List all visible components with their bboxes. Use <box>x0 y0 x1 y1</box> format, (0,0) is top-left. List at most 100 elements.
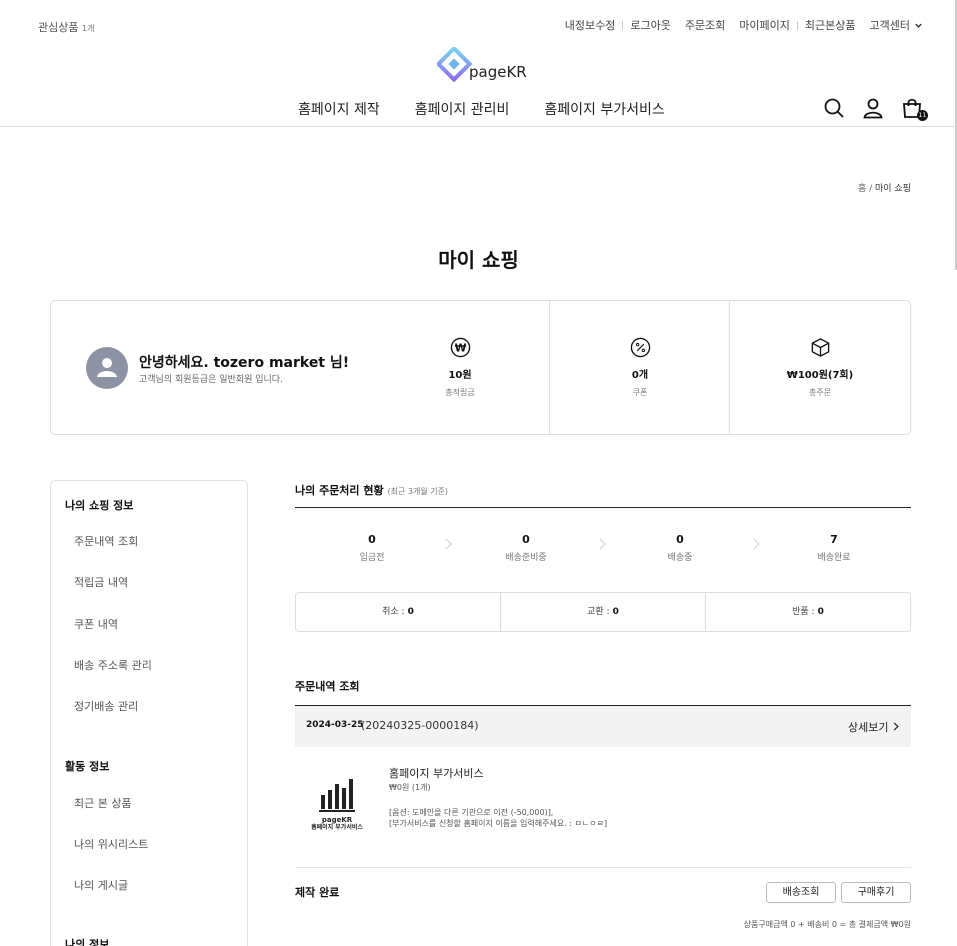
order-history-title: 주문내역 조회 <box>295 680 360 693</box>
won-icon: ₩ <box>450 337 471 358</box>
sidebar-item-subscription[interactable]: 정기배송 관리 <box>74 698 138 714</box>
step-shipping[interactable]: 0 배송중 <box>603 533 757 563</box>
gnb-homepage-build[interactable]: 홈페이지 제작 <box>298 99 380 119</box>
sidebar-item-posts[interactable]: 나의 게시글 <box>74 877 128 893</box>
section-divider <box>295 507 911 508</box>
step-count: 0 <box>368 533 376 546</box>
step-label: 배송중 <box>667 553 693 563</box>
order-status-title: 나의 주문처리 현황 (최근 3개월 기준) <box>295 482 448 498</box>
claim-value: 0 <box>612 607 619 617</box>
main-nav: 홈페이지 제작 홈페이지 관리비 홈페이지 부가서비스 <box>298 99 665 119</box>
claim-value: 0 <box>407 607 414 617</box>
sidebar: 나의 쇼핑 정보 주문내역 조회 적립금 내역 쿠폰 내역 배송 주소록 관리 … <box>50 480 248 946</box>
orders-label: 총주문 <box>808 388 832 397</box>
order-status-subtitle: (최근 3개월 기준) <box>387 487 449 496</box>
nav-mypage[interactable]: 마이페이지 <box>739 17 790 33</box>
sidebar-heading-shopping: 나의 쇼핑 정보 <box>65 499 134 512</box>
step-delivered[interactable]: 7 배송완료 <box>757 533 911 563</box>
step-count: 0 <box>676 533 684 546</box>
member-grade-text: 고객님의 회원등급은 일반회원 입니다. <box>139 375 283 385</box>
claim-cancel[interactable]: 취소 :0 <box>296 593 500 631</box>
divider <box>796 20 798 30</box>
order-status-text: 제작 완료 <box>295 886 340 899</box>
chevron-down-icon[interactable] <box>914 21 923 30</box>
orders-value: ₩100원(7회) <box>786 370 854 381</box>
cart-icon[interactable]: 11 <box>901 97 928 121</box>
order-number: (20240325-0000184) <box>361 719 479 732</box>
write-review-button[interactable]: 구매후기 <box>841 882 911 903</box>
claim-label: 취소 : <box>382 607 405 617</box>
order-totals: 상품구매금액 0 + 배송비 0 = 총 결제금액 ₩0원 <box>743 920 911 929</box>
sidebar-item-wishlist[interactable]: 나의 위시리스트 <box>74 836 148 852</box>
step-label: 배송준비중 <box>505 553 547 563</box>
track-shipping-button[interactable]: 배송조회 <box>766 882 836 903</box>
breadcrumb-sep: / <box>869 184 873 194</box>
gnb-homepage-maintenance[interactable]: 홈페이지 관리비 <box>415 99 510 119</box>
claim-value: 0 <box>817 607 824 617</box>
nav-recent-products[interactable]: 최근본상품 <box>805 17 856 33</box>
sidebar-item-address-book[interactable]: 배송 주소록 관리 <box>74 657 152 673</box>
cart-count-badge: 11 <box>917 110 928 121</box>
sidebar-item-recent[interactable]: 최근 본 상품 <box>74 795 132 811</box>
sidebar-item-points[interactable]: 적립금 내역 <box>74 574 128 590</box>
step-preparing[interactable]: 0 배송준비중 <box>449 533 603 563</box>
nav-edit-profile[interactable]: 내정보수정 <box>565 17 616 33</box>
chevron-right-icon <box>893 722 899 731</box>
bar-chart-icon <box>319 779 355 812</box>
claim-label: 반품 : <box>792 607 815 617</box>
divider <box>295 867 911 868</box>
wishlist-label: 관심상품 <box>38 21 79 34</box>
coupons-value: 0개 <box>631 370 649 381</box>
claim-return[interactable]: 반품 :0 <box>705 593 910 631</box>
step-count: 7 <box>830 533 838 546</box>
member-summary: 안녕하세요. tozero market 님! 고객님의 회원등급은 일반회원 … <box>50 300 911 435</box>
sidebar-item-coupons[interactable]: 쿠폰 내역 <box>74 616 118 632</box>
wishlist-count: 1개 <box>81 24 95 33</box>
logo-text: pageKR <box>469 63 527 81</box>
step-label: 입금전 <box>359 553 385 563</box>
stat-coupons[interactable]: 0개 쿠폰 <box>550 337 730 398</box>
avatar <box>86 347 128 389</box>
step-count: 0 <box>522 533 530 546</box>
nav-order-lookup[interactable]: 주문조회 <box>685 17 725 33</box>
step-label: 배송완료 <box>817 553 851 563</box>
percent-icon <box>630 337 651 358</box>
search-icon[interactable] <box>823 97 845 119</box>
breadcrumb-current: 마이 쇼핑 <box>875 184 911 194</box>
product-option: [부가서비스를 신청할 홈페이지 이름을 입력해주세요. : ㅁㄴㅇㄹ] <box>389 819 608 828</box>
claims-summary: 취소 :0 교환 :0 반품 :0 <box>295 592 911 632</box>
sidebar-item-order-history[interactable]: 주문내역 조회 <box>74 533 138 549</box>
breadcrumb: 홈 / 마이 쇼핑 <box>858 181 911 194</box>
header-icons: 11 <box>823 97 928 121</box>
stat-orders[interactable]: ₩100원(7회) 총주문 <box>730 337 910 398</box>
detail-label: 상세보기 <box>848 721 889 734</box>
page-title: 마이 쇼핑 <box>438 248 519 272</box>
thumb-caption: 홈페이지 부가서비스 <box>311 824 363 831</box>
claim-label: 교환 : <box>587 607 610 617</box>
user-icon[interactable] <box>862 97 884 119</box>
breadcrumb-home[interactable]: 홈 <box>858 184 866 194</box>
divider <box>622 20 624 30</box>
header-divider <box>0 126 957 127</box>
order-header: 2024-03-25 (20240325-0000184) 상세보기 <box>295 706 911 747</box>
wishlist-link[interactable]: 관심상품 1개 <box>38 19 94 35</box>
product-thumbnail[interactable]: pageKR 홈페이지 부가서비스 <box>305 778 369 840</box>
greeting-text: 안녕하세요. tozero market 님! <box>139 355 350 371</box>
site-logo[interactable]: pageKR <box>437 47 527 83</box>
nav-logout[interactable]: 로그아웃 <box>630 17 670 33</box>
points-label: 총적립금 <box>445 388 475 397</box>
product-name[interactable]: 홈페이지 부가서비스 <box>389 765 484 781</box>
box-icon <box>810 337 831 358</box>
sidebar-heading-myinfo: 나의 정보 <box>65 938 110 946</box>
claim-exchange[interactable]: 교환 :0 <box>500 593 705 631</box>
order-detail-link[interactable]: 상세보기 <box>848 719 900 735</box>
top-nav: 내정보수정 로그아웃 주문조회 마이페이지 최근본상품 고객센터 <box>565 17 923 33</box>
step-awaiting-payment[interactable]: 0 입금전 <box>295 533 449 563</box>
svg-text:₩: ₩ <box>454 342 466 354</box>
thumb-brand: pageKR <box>321 816 353 824</box>
sidebar-heading-activity: 활동 정보 <box>65 760 110 773</box>
points-value: 10원 <box>448 370 472 381</box>
gnb-homepage-addon[interactable]: 홈페이지 부가서비스 <box>544 99 664 119</box>
stat-points[interactable]: ₩ 10원 총적립금 <box>370 337 550 398</box>
nav-customer-center[interactable]: 고객센터 <box>870 17 910 33</box>
